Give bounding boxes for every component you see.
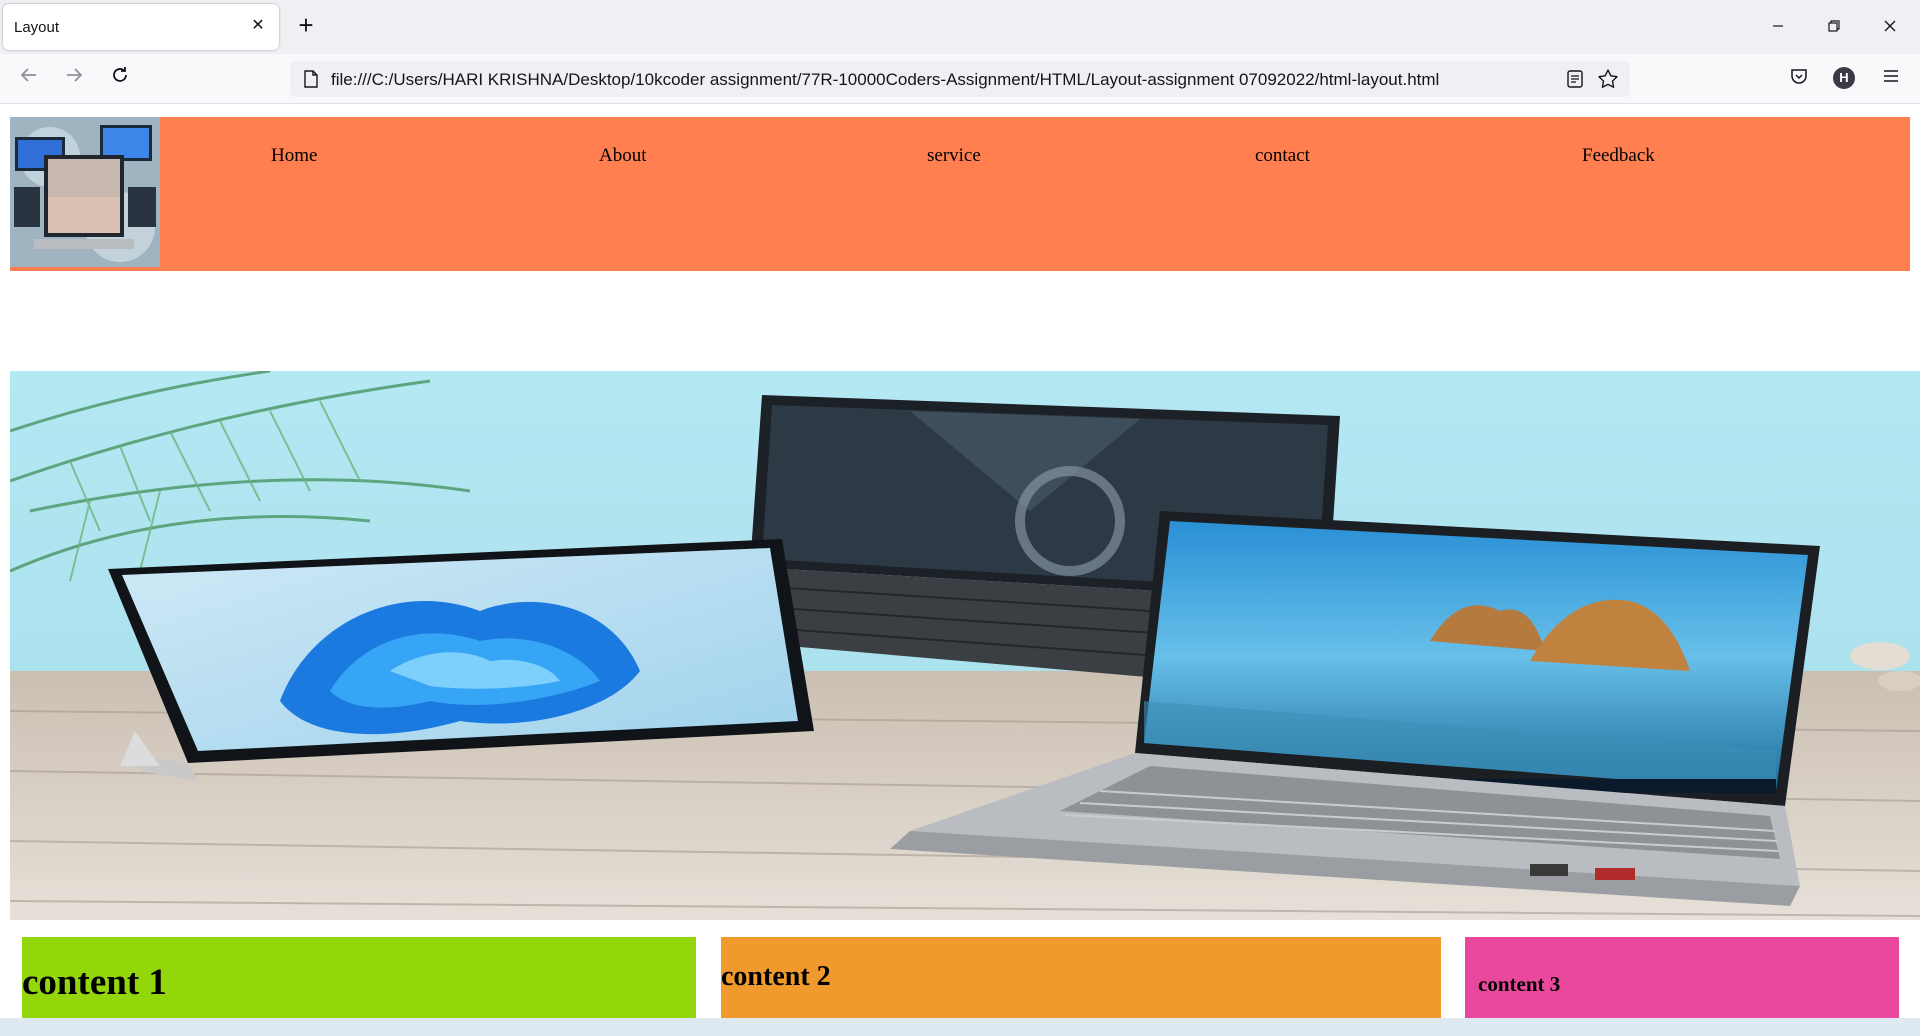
close-icon[interactable]	[1875, 14, 1905, 40]
forward-icon[interactable]	[59, 64, 89, 94]
content-2-heading: content 2	[721, 961, 831, 992]
nav-home[interactable]: Home	[271, 145, 317, 167]
browser-tab[interactable]: Layout ✕	[3, 4, 279, 50]
url-bar[interactable]: file:///C:/Users/HARI KRISHNA/Desktop/10…	[290, 61, 1630, 97]
bookmark-star-icon[interactable]	[1597, 68, 1619, 95]
reload-icon[interactable]	[105, 64, 135, 94]
browser-nav-bar: file:///C:/Users/HARI KRISHNA/Desktop/10…	[0, 54, 1920, 104]
content-3-heading: content 3	[1478, 972, 1561, 996]
restore-icon[interactable]	[1819, 14, 1849, 40]
tab-title: Layout	[14, 19, 60, 36]
nav-feedback[interactable]: Feedback	[1582, 145, 1655, 167]
nav-about[interactable]: About	[599, 145, 647, 167]
content-1-heading: content 1	[22, 962, 167, 1003]
site-header: Home About service contact Feedback	[10, 117, 1910, 271]
page-icon	[303, 70, 319, 93]
profile-avatar[interactable]: H	[1833, 67, 1855, 89]
content-box-2: content 2	[721, 937, 1441, 1018]
new-tab-icon[interactable]: +	[292, 12, 320, 40]
pocket-icon[interactable]	[1784, 64, 1814, 94]
reader-view-icon[interactable]	[1565, 69, 1585, 94]
os-taskbar	[0, 1018, 1920, 1036]
minimize-icon[interactable]	[1763, 14, 1793, 40]
tab-close-icon[interactable]: ✕	[249, 17, 267, 35]
content-box-1: content 1	[22, 937, 696, 1018]
nav-contact[interactable]: contact	[1255, 145, 1310, 167]
back-icon[interactable]	[14, 64, 44, 94]
logo-image	[10, 117, 160, 267]
nav-service[interactable]: service	[927, 145, 981, 167]
browser-tab-bar: Layout ✕ +	[0, 0, 1920, 54]
hero-image	[10, 371, 1920, 920]
page-viewport: Home About service contact Feedback cont…	[0, 105, 1920, 1018]
menu-icon[interactable]	[1876, 64, 1906, 94]
url-text[interactable]: file:///C:/Users/HARI KRISHNA/Desktop/10…	[331, 70, 1439, 90]
content-box-3: content 3	[1465, 937, 1899, 1018]
